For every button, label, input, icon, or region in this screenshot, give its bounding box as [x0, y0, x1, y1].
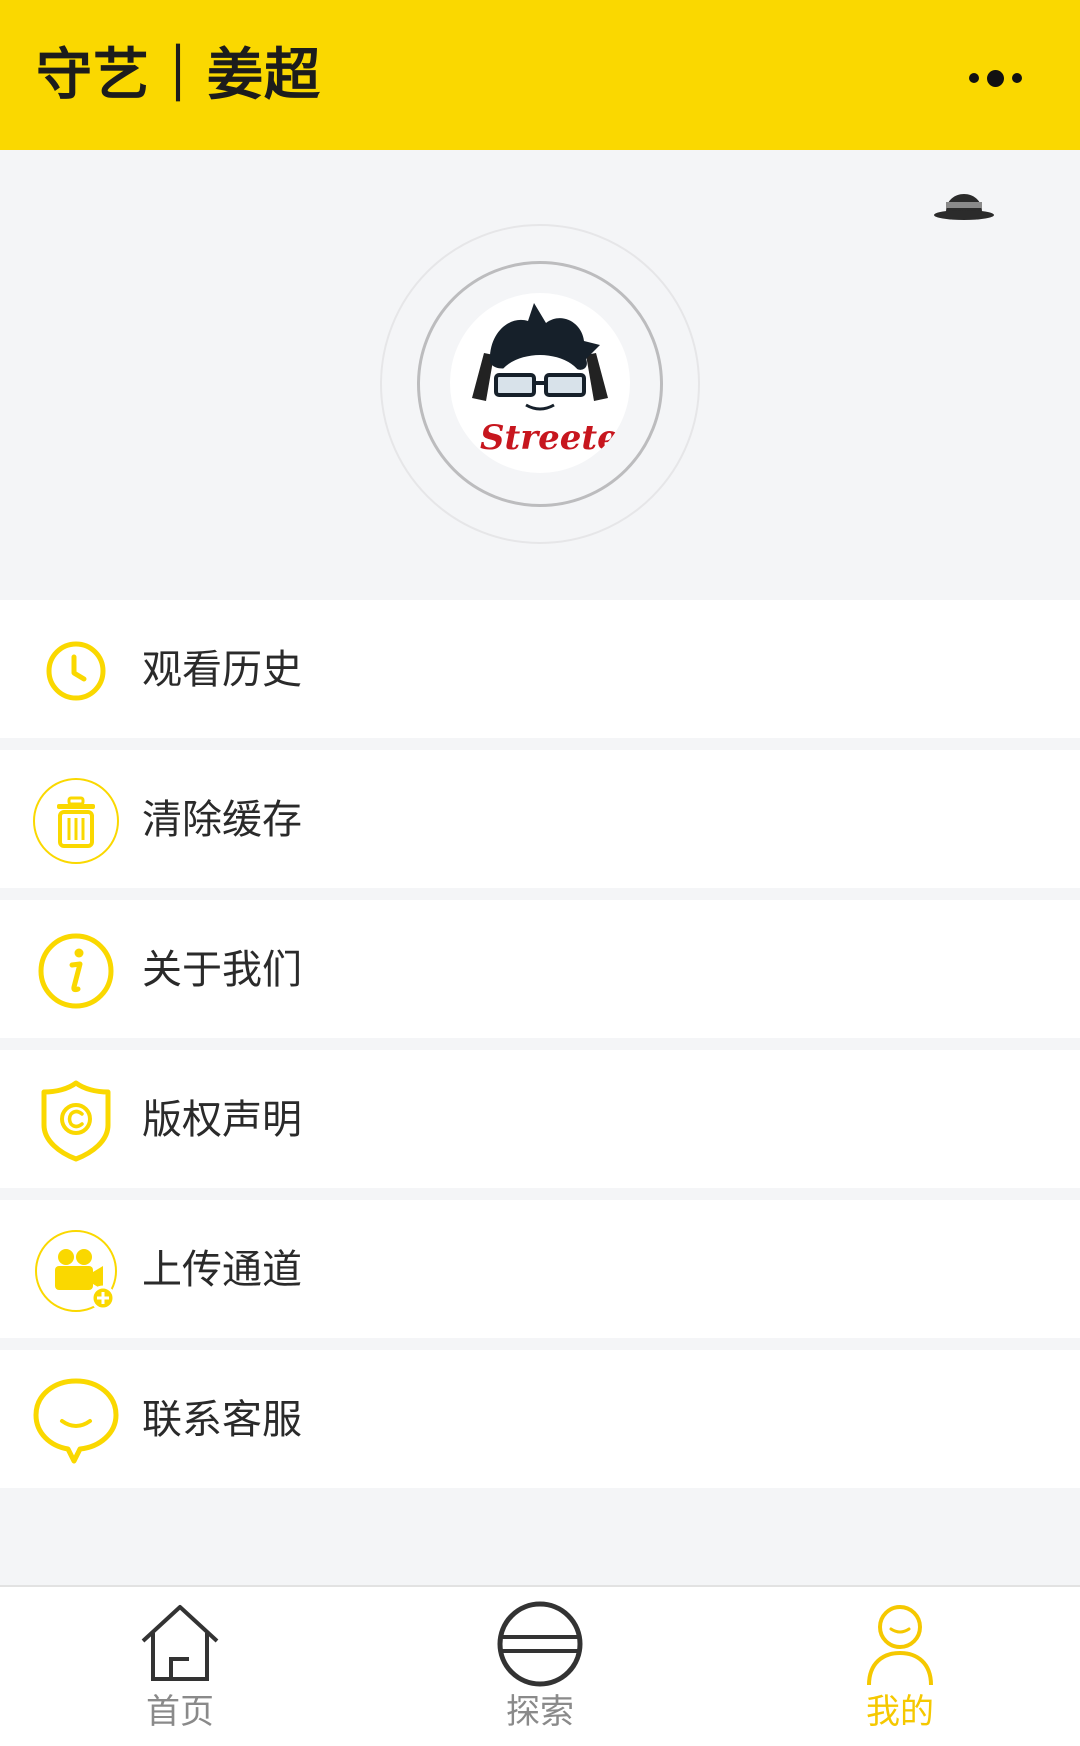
tab-label: 我的: [866, 1692, 934, 1732]
tab-label: 首页: [146, 1692, 214, 1732]
clock-icon: [46, 641, 106, 701]
menu-item-label: 观看历史: [142, 647, 302, 693]
explore-icon: [497, 1601, 583, 1687]
info-icon: [38, 933, 114, 1009]
streeter-logo: Streeter: [472, 303, 630, 458]
menu-item-label: 联系客服: [142, 1397, 302, 1443]
bowler-hat-icon[interactable]: [932, 178, 996, 224]
avatar[interactable]: Streeter: [450, 293, 630, 473]
menu-item-customer-service[interactable]: 联系客服: [0, 1350, 1080, 1488]
tab-mine[interactable]: 我的: [820, 1599, 980, 1739]
user-icon: [867, 1605, 933, 1686]
menu-item-upload[interactable]: 上传通道: [0, 1200, 1080, 1338]
home-icon: [141, 1605, 219, 1681]
chat-bubble-icon: [33, 1378, 119, 1464]
menu-item-copyright[interactable]: 版权声明: [0, 1050, 1080, 1188]
menu-item-label: 上传通道: [142, 1247, 302, 1293]
tab-label: 探索: [506, 1692, 574, 1732]
menu-item-label: 关于我们: [142, 947, 302, 993]
app-header: 守艺｜姜超: [0, 0, 1080, 150]
menu-item-clear-cache[interactable]: 清除缓存: [0, 750, 1080, 888]
menu-item-history[interactable]: 观看历史: [0, 600, 1080, 738]
copyright-shield-icon: [41, 1080, 111, 1162]
more-dots-icon: [968, 73, 979, 83]
tab-explore[interactable]: 探索: [460, 1599, 620, 1739]
menu-item-label: 版权声明: [142, 1097, 302, 1143]
menu-item-label: 清除缓存: [142, 797, 302, 843]
video-upload-icon: [35, 1230, 117, 1312]
tab-home[interactable]: 首页: [100, 1599, 260, 1739]
trash-icon: [33, 778, 119, 864]
profile-section: Streeter: [0, 150, 1080, 600]
page: 守艺｜姜超 Streeter 观看历史 清除缓存 关于我们 版权声明 上传通道 …: [0, 0, 1080, 1746]
more-options-button[interactable]: [950, 60, 1040, 96]
menu-item-about[interactable]: 关于我们: [0, 900, 1080, 1038]
menu-list: 观看历史 清除缓存 关于我们 版权声明 上传通道 联系客服: [0, 600, 1080, 1500]
page-title: 守艺｜姜超: [36, 43, 321, 108]
bottom-tab-bar: 首页 探索 我的: [0, 1585, 1080, 1746]
